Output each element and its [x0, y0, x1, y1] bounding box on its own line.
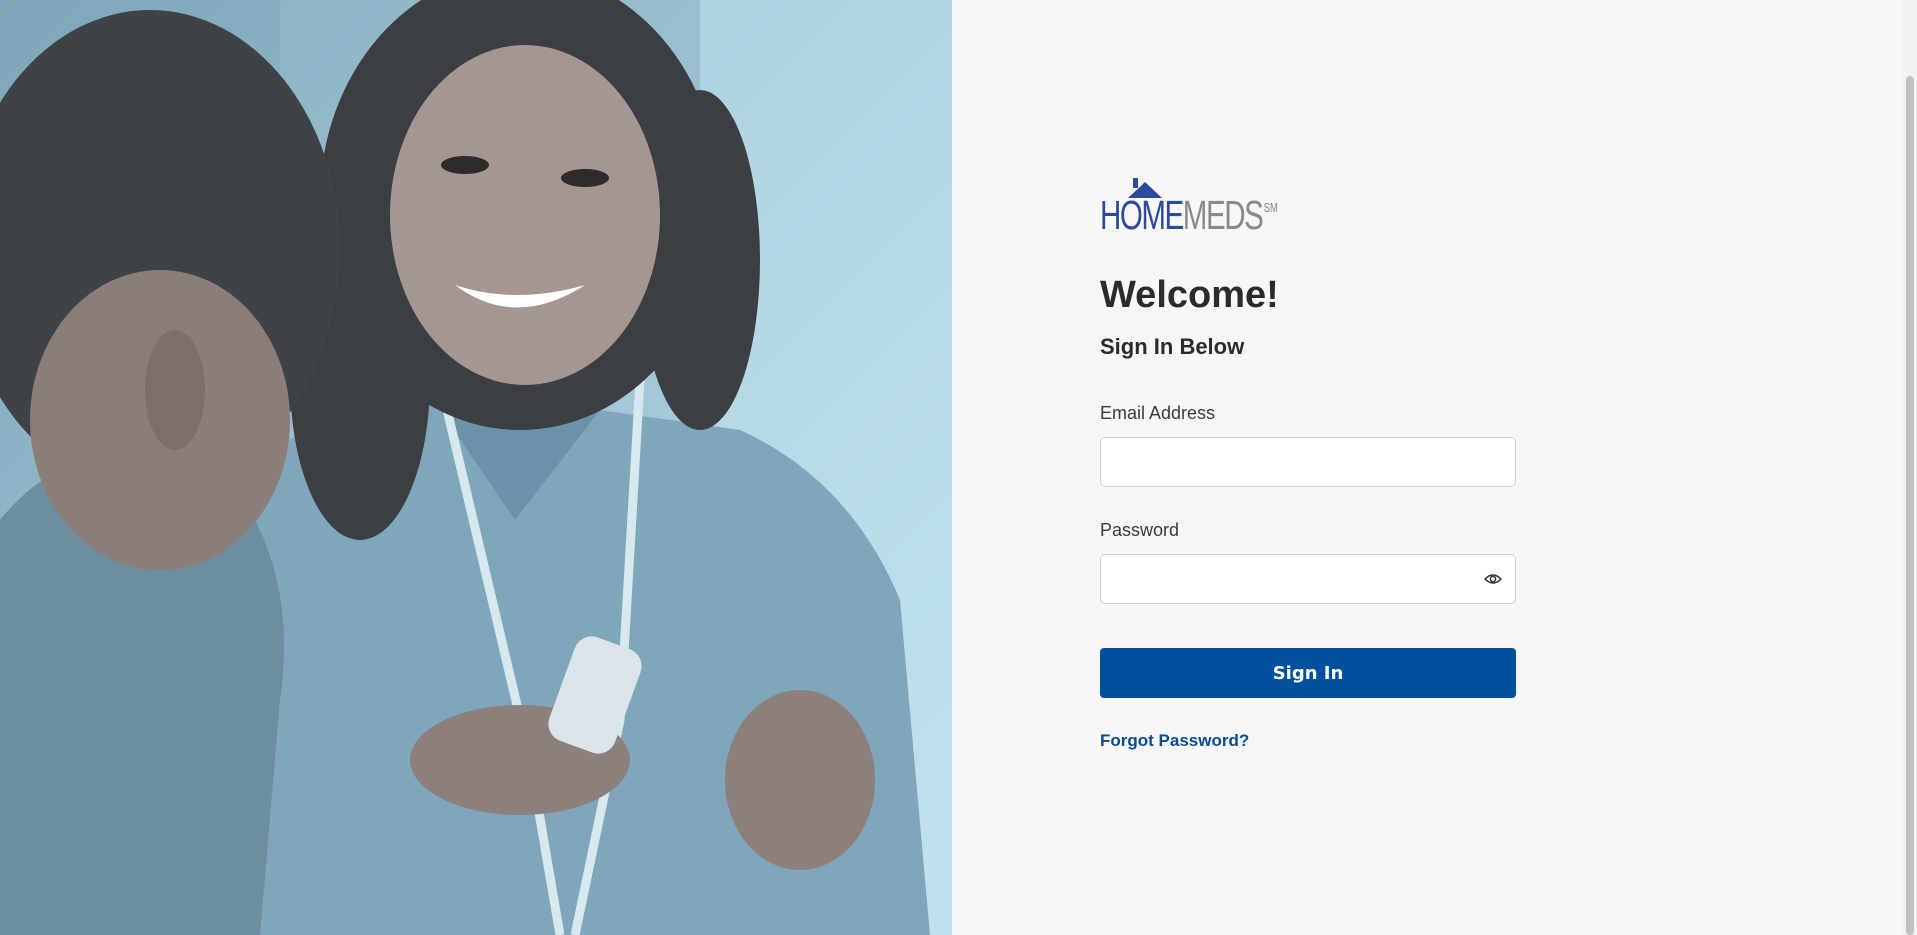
logo-home-text: HOME [1100, 192, 1184, 238]
login-page: HOME MEDS SM Welcome! Sign In Below Emai… [0, 0, 1917, 935]
logo-sm-text: SM [1263, 200, 1278, 215]
sign-in-subtitle: Sign In Below [1100, 334, 1245, 359]
hero-illustration [0, 0, 952, 935]
password-field[interactable] [1100, 554, 1516, 604]
logo-meds-text: MEDS [1182, 192, 1264, 238]
eye-icon[interactable] [1484, 571, 1502, 587]
scrollbar[interactable] [1903, 0, 1917, 935]
login-form: HOME MEDS SM Welcome! Sign In Below Emai… [1100, 178, 1516, 751]
password-field-wrapper [1100, 554, 1516, 604]
homemeds-logo: HOME MEDS SM [1100, 178, 1516, 236]
password-label: Password [1100, 520, 1180, 540]
sign-in-button[interactable]: Sign In [1100, 648, 1516, 698]
forgot-password-link[interactable]: Forgot Password? [1100, 731, 1249, 751]
email-label: Email Address [1100, 403, 1216, 423]
scrollbar-thumb[interactable] [1906, 76, 1914, 935]
email-field-wrapper [1100, 437, 1516, 487]
hero-photo [0, 0, 952, 935]
login-panel: HOME MEDS SM Welcome! Sign In Below Emai… [952, 0, 1917, 935]
email-field[interactable] [1100, 437, 1516, 487]
logo-wordmark: HOME MEDS SM [1100, 195, 1278, 236]
welcome-heading: Welcome! [1100, 274, 1279, 316]
